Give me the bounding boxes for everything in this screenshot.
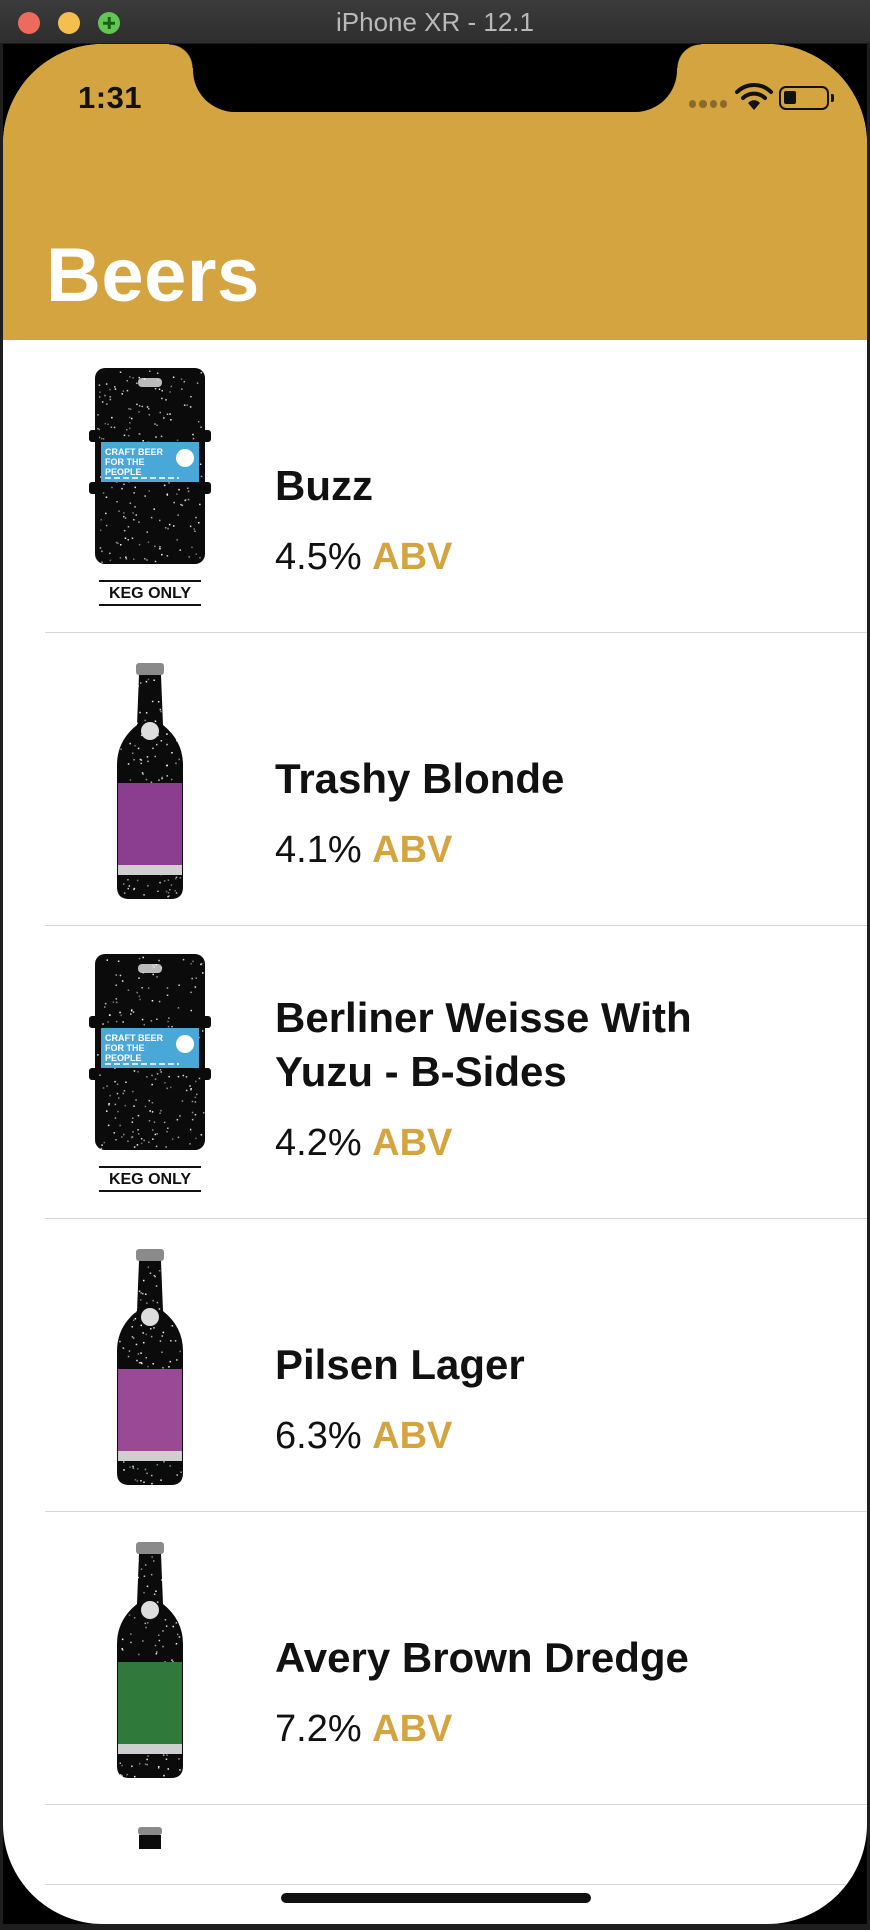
keg-image: KEG ONLYCRAFT BEER FOR THE PEOPLE [89,954,211,1192]
beer-row[interactable]: KEG ONLY CRAFT BEER FOR THE PEOPLE Berliner … [3,926,867,1219]
app-display: 1:31 Beers KEG ONLY CRAFT BEER FOR THE PEOP… [3,44,867,1924]
simulator-titlebar: iPhone XR - 12.1 [0,0,870,44]
keg-only-badge: KEG ONLY [109,1171,191,1188]
abv-value: 4.5% [275,536,373,578]
beer-row[interactable]: KEG ONLY CRAFT BEER FOR THE PEOPLE Buzz 4.5% … [3,340,867,633]
bottle-image [117,663,183,899]
home-indicator[interactable] [281,1893,591,1903]
abv-value: 6.3% [275,1415,373,1457]
abv-value: 4.1% [275,829,373,871]
beer-name: Pilsen Lager [275,1341,525,1388]
abv-unit-label: ABV [372,1122,453,1164]
beer-row[interactable]: Trashy Blonde 4.1% ABV [3,633,867,926]
abv-unit-label: ABV [372,1708,453,1750]
abv-unit-label: ABV [372,829,453,871]
status-time: 1:31 [78,80,143,115]
abv-unit-label: ABV [372,1415,453,1457]
abv-value: 4.2% [275,1122,373,1164]
abv-unit-label: ABV [372,536,453,578]
battery-icon [779,86,834,110]
beer-abv: 4.1% ABV [275,829,452,872]
device-screen: 1:31 Beers KEG ONLY CRAFT BEER FOR THE PEOP… [3,44,867,1924]
device-notch [169,44,701,112]
bottle-image [117,1542,183,1778]
beer-name: Buzz [275,462,373,509]
beer-info: Berliner Weisse With Yuzu - B-Sides 4.2% … [275,926,835,1219]
beer-row[interactable]: Avery Brown Dredge 7.2% ABV [3,1512,867,1805]
beer-abv: 7.2% ABV [275,1708,452,1751]
beer-abv: 4.2% ABV [275,1122,452,1165]
page-title: Beers [46,233,260,318]
beer-info: Pilsen Lager 6.3% ABV [275,1219,835,1512]
beer-abv: 4.5% ABV [275,536,452,579]
beer-list[interactable]: KEG ONLY CRAFT BEER FOR THE PEOPLE Buzz 4.5% … [3,340,867,1885]
beer-info: Avery Brown Dredge 7.2% ABV [275,1512,835,1805]
bottle-image [117,1249,183,1485]
beer-info: Trashy Blonde 4.1% ABV [275,633,835,926]
cellular-signal-icon [689,100,727,108]
abv-value: 7.2% [275,1708,373,1750]
beer-row-partial[interactable] [3,1805,867,1885]
beer-name: Avery Brown Dredge [275,1634,689,1681]
beer-name: Berliner Weisse With Yuzu - B-Sides [275,994,692,1095]
keg-only-badge: KEG ONLY [109,585,191,602]
beer-row[interactable]: Pilsen Lager 6.3% ABV [3,1219,867,1512]
bottle-image [138,1827,162,1849]
keg-image: KEG ONLYCRAFT BEER FOR THE PEOPLE [89,368,211,606]
beer-name: Trashy Blonde [275,755,565,802]
window-bottom-edge [0,1924,870,1930]
beer-abv: 6.3% ABV [275,1415,452,1458]
wifi-icon [735,82,773,110]
window-title: iPhone XR - 12.1 [335,7,534,37]
beer-info: Buzz 4.5% ABV [275,340,835,633]
